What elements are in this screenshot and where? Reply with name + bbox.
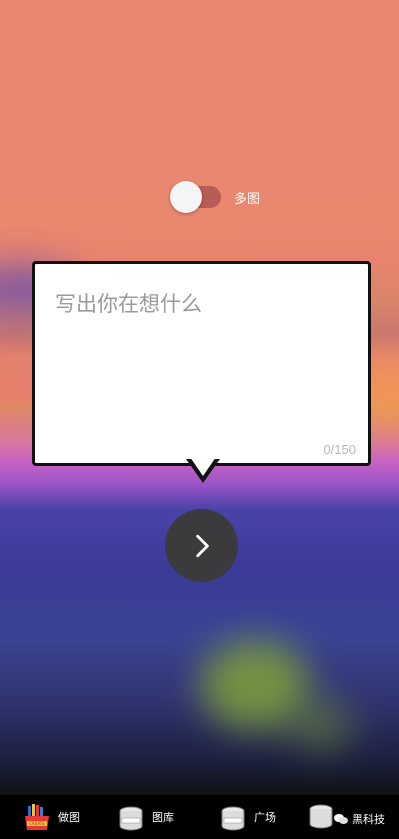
multi-image-toggle[interactable] (170, 181, 221, 213)
speech-bubble-tail (186, 457, 220, 483)
tab-square-label: 广场 (254, 812, 276, 824)
tab-gallery-label: 图库 (152, 812, 174, 824)
tab-partial[interactable] (306, 800, 336, 835)
svg-text:CREATE: CREATE (29, 821, 45, 826)
next-button[interactable] (165, 509, 238, 582)
paint-can-icon (116, 802, 146, 832)
tab-gallery[interactable]: 图库 (116, 795, 174, 839)
character-counter: 0/150 (323, 442, 356, 457)
watermark-text: 黑科技 (352, 814, 385, 826)
toggle-knob[interactable] (170, 181, 202, 213)
chevron-right-icon (195, 534, 209, 557)
watermark: 黑科技 (334, 811, 385, 827)
tab-square[interactable]: 广场 (218, 795, 276, 839)
paint-can-icon (309, 804, 333, 828)
multi-image-label: 多图 (234, 190, 261, 206)
speech-bubble: 0/150 (32, 261, 371, 466)
paint-can-icon (218, 802, 248, 832)
tab-create[interactable]: CREATE 做图 (22, 795, 80, 839)
wechat-icon (334, 814, 348, 824)
thought-input[interactable] (53, 286, 357, 440)
tab-create-label: 做图 (58, 812, 80, 824)
create-can-icon: CREATE (22, 802, 52, 832)
multi-image-toggle-row: 多图 (170, 180, 261, 214)
